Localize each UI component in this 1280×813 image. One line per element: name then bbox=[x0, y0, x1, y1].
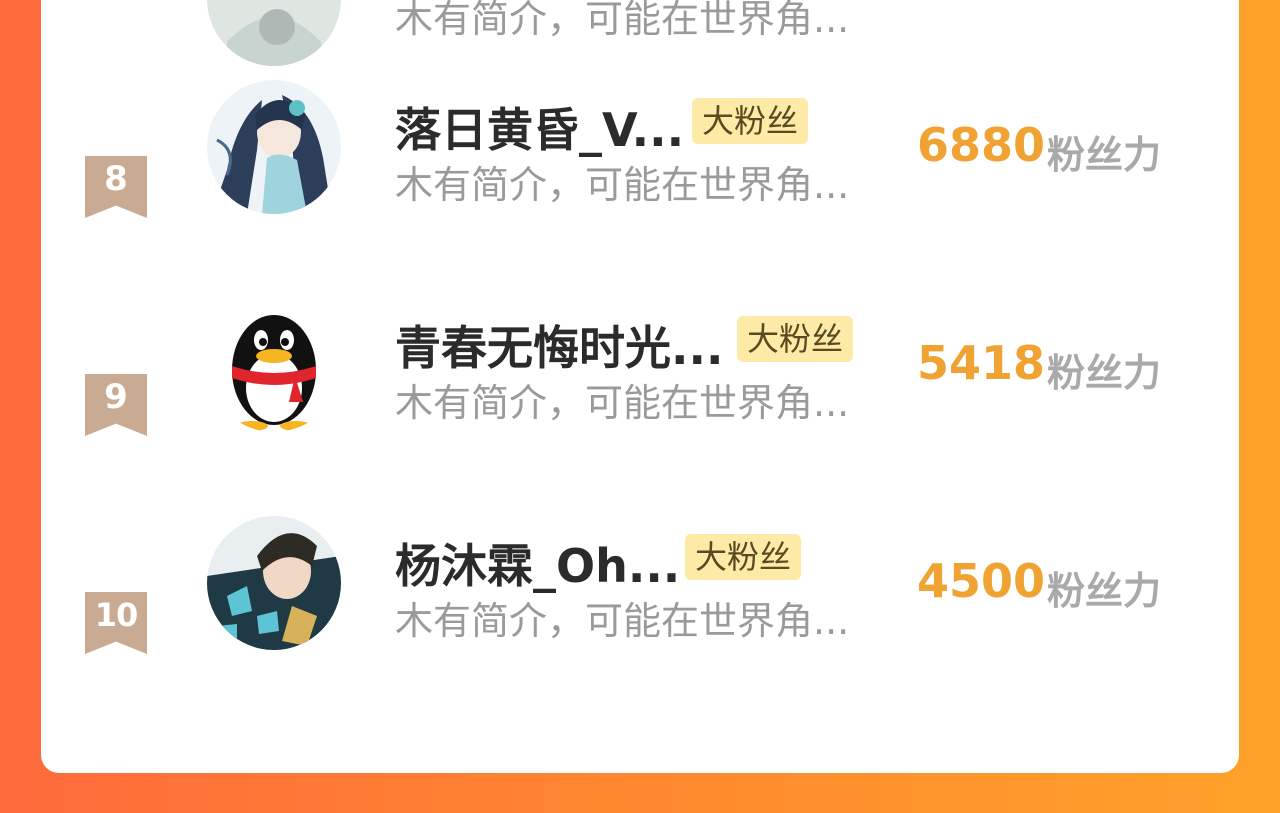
fan-score: 4500 bbox=[917, 554, 1046, 608]
ranking-row[interactable]: 8 落日黄昏_V... 大粉丝 木有简介，可能在世界角... 6880 粉丝力 bbox=[41, 78, 1239, 296]
ranking-row-partial[interactable]: 木有简介，可能在世界角... bbox=[41, 0, 1239, 78]
fan-score: 5418 bbox=[917, 336, 1046, 390]
fan-intro: 木有简介，可能在世界角... bbox=[395, 599, 850, 643]
big-fan-badge: 大粉丝 bbox=[737, 316, 854, 362]
avatar-partial[interactable] bbox=[207, 0, 341, 66]
fan-name[interactable]: 杨沐霖_Oh... bbox=[395, 530, 680, 596]
fan-score: 6880 bbox=[917, 118, 1046, 172]
big-fan-badge: 大粉丝 bbox=[692, 98, 809, 144]
fan-ranking-card: 木有简介，可能在世界角... 8 落日黄昏_V... 大粉丝 木有简介，可能在世… bbox=[41, 0, 1239, 773]
fan-power-label: 粉丝力 bbox=[1047, 569, 1162, 613]
big-fan-badge: 大粉丝 bbox=[685, 534, 802, 580]
ranking-row[interactable]: 10 杨沐霖_Oh... 大粉丝 木有简介，可能在世界角... 4500 粉丝力 bbox=[41, 514, 1239, 732]
avatar-anime-girl[interactable] bbox=[207, 80, 341, 214]
rank-ribbon: 9 bbox=[85, 374, 147, 436]
ranking-row[interactable]: 9 青春无悔时光... 大粉丝 木有简介，可能在世界角... 5418 粉丝力 bbox=[41, 296, 1239, 514]
fan-power-label: 粉丝力 bbox=[1047, 351, 1162, 395]
fan-intro: 木有简介，可能在世界角... bbox=[395, 0, 850, 41]
rank-ribbon: 10 bbox=[85, 592, 147, 654]
fan-intro: 木有简介，可能在世界角... bbox=[395, 163, 850, 207]
fan-name[interactable]: 青春无悔时光... bbox=[395, 312, 723, 378]
avatar-anime-boy[interactable] bbox=[207, 516, 341, 650]
fan-intro: 木有简介，可能在世界角... bbox=[395, 381, 850, 425]
fan-name[interactable]: 落日黄昏_V... bbox=[395, 94, 684, 160]
fan-power-label: 粉丝力 bbox=[1047, 133, 1162, 177]
avatar-qq-penguin[interactable] bbox=[207, 298, 341, 432]
rank-ribbon: 8 bbox=[85, 156, 147, 218]
